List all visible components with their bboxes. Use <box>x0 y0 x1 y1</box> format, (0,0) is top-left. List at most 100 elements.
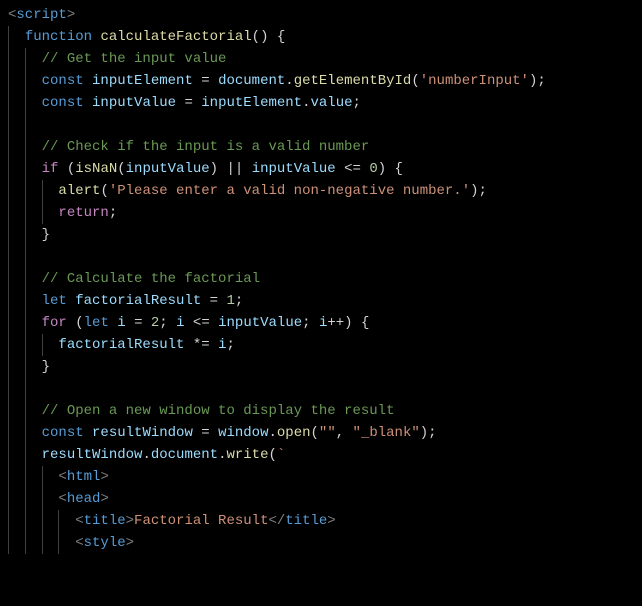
token-tag: > <box>67 7 75 23</box>
code-line[interactable] <box>8 378 642 400</box>
token-tag: > <box>100 469 108 485</box>
token-pun: ) || <box>210 161 252 177</box>
token-var: inputElement <box>92 73 193 89</box>
code-line[interactable]: <title>Factorial Result</title> <box>8 510 642 532</box>
token-kw: let <box>84 315 109 331</box>
code-line[interactable]: return; <box>8 202 642 224</box>
code-content: let factorialResult = 1; <box>8 293 243 309</box>
token-pun: ; <box>226 337 234 353</box>
token-pun: , <box>336 425 353 441</box>
code-line[interactable]: // Check if the input is a valid number <box>8 136 642 158</box>
code-line[interactable]: } <box>8 356 642 378</box>
token-fn: alert <box>58 183 100 199</box>
code-content: function calculateFactorial() { <box>8 29 285 45</box>
code-line[interactable]: const inputValue = inputElement.value; <box>8 92 642 114</box>
token-var: inputValue <box>126 161 210 177</box>
token-pun: ( <box>100 183 108 199</box>
token-tag: > <box>327 513 335 529</box>
token-pun: () { <box>252 29 286 45</box>
token-pun: <= <box>336 161 370 177</box>
token-tag: < <box>75 513 83 529</box>
token-var: window <box>218 425 268 441</box>
code-line[interactable]: // Open a new window to display the resu… <box>8 400 642 422</box>
code-line[interactable]: } <box>8 224 642 246</box>
token-elem: head <box>67 491 101 507</box>
code-content: const resultWindow = window.open("", "_b… <box>8 425 437 441</box>
token-cmt: // Check if the input is a valid number <box>42 139 370 155</box>
token-pun: ( <box>117 161 125 177</box>
code-line[interactable]: // Calculate the factorial <box>8 268 642 290</box>
token-pun: = <box>201 293 226 309</box>
code-editor[interactable]: <script> function calculateFactorial() {… <box>0 4 642 554</box>
code-line[interactable]: alert('Please enter a valid non-negative… <box>8 180 642 202</box>
token-pun: } <box>42 359 50 375</box>
token-num: 0 <box>369 161 377 177</box>
token-kw: const <box>42 425 84 441</box>
token-var: factorialResult <box>75 293 201 309</box>
token-ctrl: return <box>58 205 108 221</box>
code-content: <html> <box>8 469 109 485</box>
code-content: const inputValue = inputElement.value; <box>8 95 361 111</box>
indent-guides <box>8 378 42 400</box>
code-line[interactable] <box>8 246 642 268</box>
token-pun: ++) { <box>327 315 369 331</box>
token-pun: ( <box>58 161 75 177</box>
token-pun: *= <box>184 337 218 353</box>
token-fn: getElementById <box>294 73 412 89</box>
token-tag: > <box>126 535 134 551</box>
code-line[interactable]: <html> <box>8 466 642 488</box>
code-content: resultWindow.document.write(` <box>8 447 285 463</box>
code-line[interactable]: function calculateFactorial() { <box>8 26 642 48</box>
code-line[interactable]: for (let i = 2; i <= inputValue; i++) { <box>8 312 642 334</box>
token-str: ` <box>277 447 285 463</box>
token-pun: = <box>193 73 218 89</box>
token-kw: const <box>42 73 84 89</box>
code-line[interactable]: resultWindow.document.write(` <box>8 444 642 466</box>
token-pun: = <box>126 315 151 331</box>
code-line[interactable]: // Get the input value <box>8 48 642 70</box>
token-pun: = <box>176 95 201 111</box>
token-pun: ( <box>268 447 276 463</box>
token-fn: calculateFactorial <box>100 29 251 45</box>
code-line[interactable]: const resultWindow = window.open("", "_b… <box>8 422 642 444</box>
token-var: inputValue <box>252 161 336 177</box>
code-content: <title>Factorial Result</title> <box>8 513 336 529</box>
token-pun: ) { <box>378 161 403 177</box>
code-line[interactable]: <head> <box>8 488 642 510</box>
token-var: document <box>151 447 218 463</box>
indent-guides <box>8 246 42 268</box>
token-fn: open <box>277 425 311 441</box>
token-pun <box>109 315 117 331</box>
token-str: 'numberInput' <box>420 73 529 89</box>
code-line[interactable]: <style> <box>8 532 642 554</box>
token-kw: let <box>42 293 67 309</box>
token-elem: title <box>285 513 327 529</box>
code-content: } <box>8 359 50 375</box>
token-pun <box>67 293 75 309</box>
token-elem: style <box>84 535 126 551</box>
code-content: // Calculate the factorial <box>8 271 260 287</box>
token-elem: title <box>84 513 126 529</box>
token-var: inputValue <box>218 315 302 331</box>
code-line[interactable]: if (isNaN(inputValue) || inputValue <= 0… <box>8 158 642 180</box>
code-content: <head> <box>8 491 109 507</box>
token-var: value <box>311 95 353 111</box>
code-content: const inputElement = document.getElement… <box>8 73 546 89</box>
token-pun: . <box>285 73 293 89</box>
token-var: resultWindow <box>92 425 193 441</box>
code-line[interactable] <box>8 114 642 136</box>
token-cmt: // Calculate the factorial <box>42 271 260 287</box>
code-content: } <box>8 227 50 243</box>
token-pun <box>84 425 92 441</box>
code-line[interactable]: <script> <box>8 4 642 26</box>
code-line[interactable]: factorialResult *= i; <box>8 334 642 356</box>
token-num: 1 <box>226 293 234 309</box>
token-fn: isNaN <box>75 161 117 177</box>
code-line[interactable]: let factorialResult = 1; <box>8 290 642 312</box>
code-content: <script> <box>8 7 75 23</box>
token-tag: < <box>58 491 66 507</box>
token-tag: > <box>126 513 134 529</box>
code-line[interactable]: const inputElement = document.getElement… <box>8 70 642 92</box>
token-tag: < <box>75 535 83 551</box>
token-pun <box>84 95 92 111</box>
